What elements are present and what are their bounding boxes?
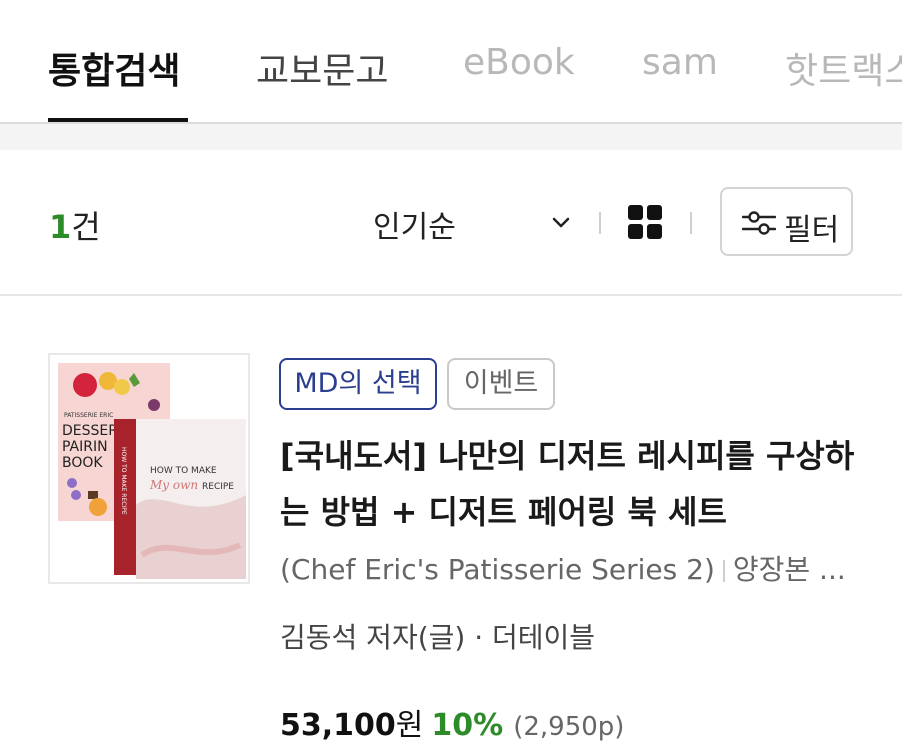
svg-text:DESSER: DESSER xyxy=(62,423,118,439)
svg-text:RECIPE: RECIPE xyxy=(202,482,234,492)
price-amount: 53,100 xyxy=(280,708,396,743)
discount-rate: 10% xyxy=(431,708,504,743)
svg-text:HOW TO MAKE: HOW TO MAKE xyxy=(150,466,217,476)
product-title[interactable]: [국내도서] 나만의 디저트 레시피를 구상하는 방법 + 디저트 페어링 북 … xyxy=(280,428,880,540)
price-unit: 원 xyxy=(395,708,424,743)
result-count: 1건 xyxy=(49,202,101,248)
toolbar-separator xyxy=(690,212,692,234)
svg-text:My own: My own xyxy=(149,478,198,492)
product-series-line: (Chef Eric's Patisserie Series 2) 양장본 ... xyxy=(280,548,860,588)
section-divider xyxy=(0,124,902,150)
binding-type: 양장본 ... xyxy=(732,553,846,586)
chevron-down-icon[interactable] xyxy=(552,217,570,229)
filter-label: 필터 xyxy=(784,213,840,248)
result-toolbar: 1건 인기순 필터 xyxy=(0,150,902,296)
price-line: 53,100원 10% (2,950p) xyxy=(280,700,624,744)
event-badge: 이벤트 xyxy=(447,358,555,410)
filter-sliders-icon xyxy=(742,211,776,235)
sort-dropdown[interactable]: 인기순 xyxy=(373,202,456,246)
tab-kyobo[interactable]: 교보문고 xyxy=(256,42,388,94)
search-tab-bar: 통합검색 교보문고 eBook sam 핫트랙스 xyxy=(0,0,902,124)
tab-sam[interactable]: sam xyxy=(642,42,718,83)
toolbar-separator xyxy=(599,212,601,234)
svg-text:PAIRIN: PAIRIN xyxy=(62,439,108,455)
result-count-number: 1 xyxy=(49,208,72,246)
reward-points: (2,950p) xyxy=(513,712,625,742)
cover-series-text: PATISSERIE ERIC xyxy=(64,412,113,419)
active-tab-indicator xyxy=(48,118,188,122)
tab-integrated-search[interactable]: 통합검색 xyxy=(48,42,180,94)
md-choice-badge: MD의 선택 xyxy=(279,358,437,410)
author-publisher[interactable]: 김동석 저자(글) · 더테이블 xyxy=(280,616,595,656)
filter-button[interactable]: 필터 xyxy=(720,187,853,256)
product-thumbnail[interactable]: PATISSERIE ERIC DESSER PAIRIN BOOK HOW T… xyxy=(48,353,250,584)
result-count-unit: 건 xyxy=(71,208,101,246)
tab-ebook[interactable]: eBook xyxy=(463,42,575,83)
series-divider xyxy=(722,560,725,582)
svg-text:BOOK: BOOK xyxy=(62,455,103,471)
series-name: (Chef Eric's Patisserie Series 2) xyxy=(280,553,715,586)
tab-hottracks[interactable]: 핫트랙스 xyxy=(785,42,902,94)
svg-text:HOW TO MAKE RECIPE: HOW TO MAKE RECIPE xyxy=(120,447,127,515)
grid-view-icon[interactable] xyxy=(628,205,662,239)
